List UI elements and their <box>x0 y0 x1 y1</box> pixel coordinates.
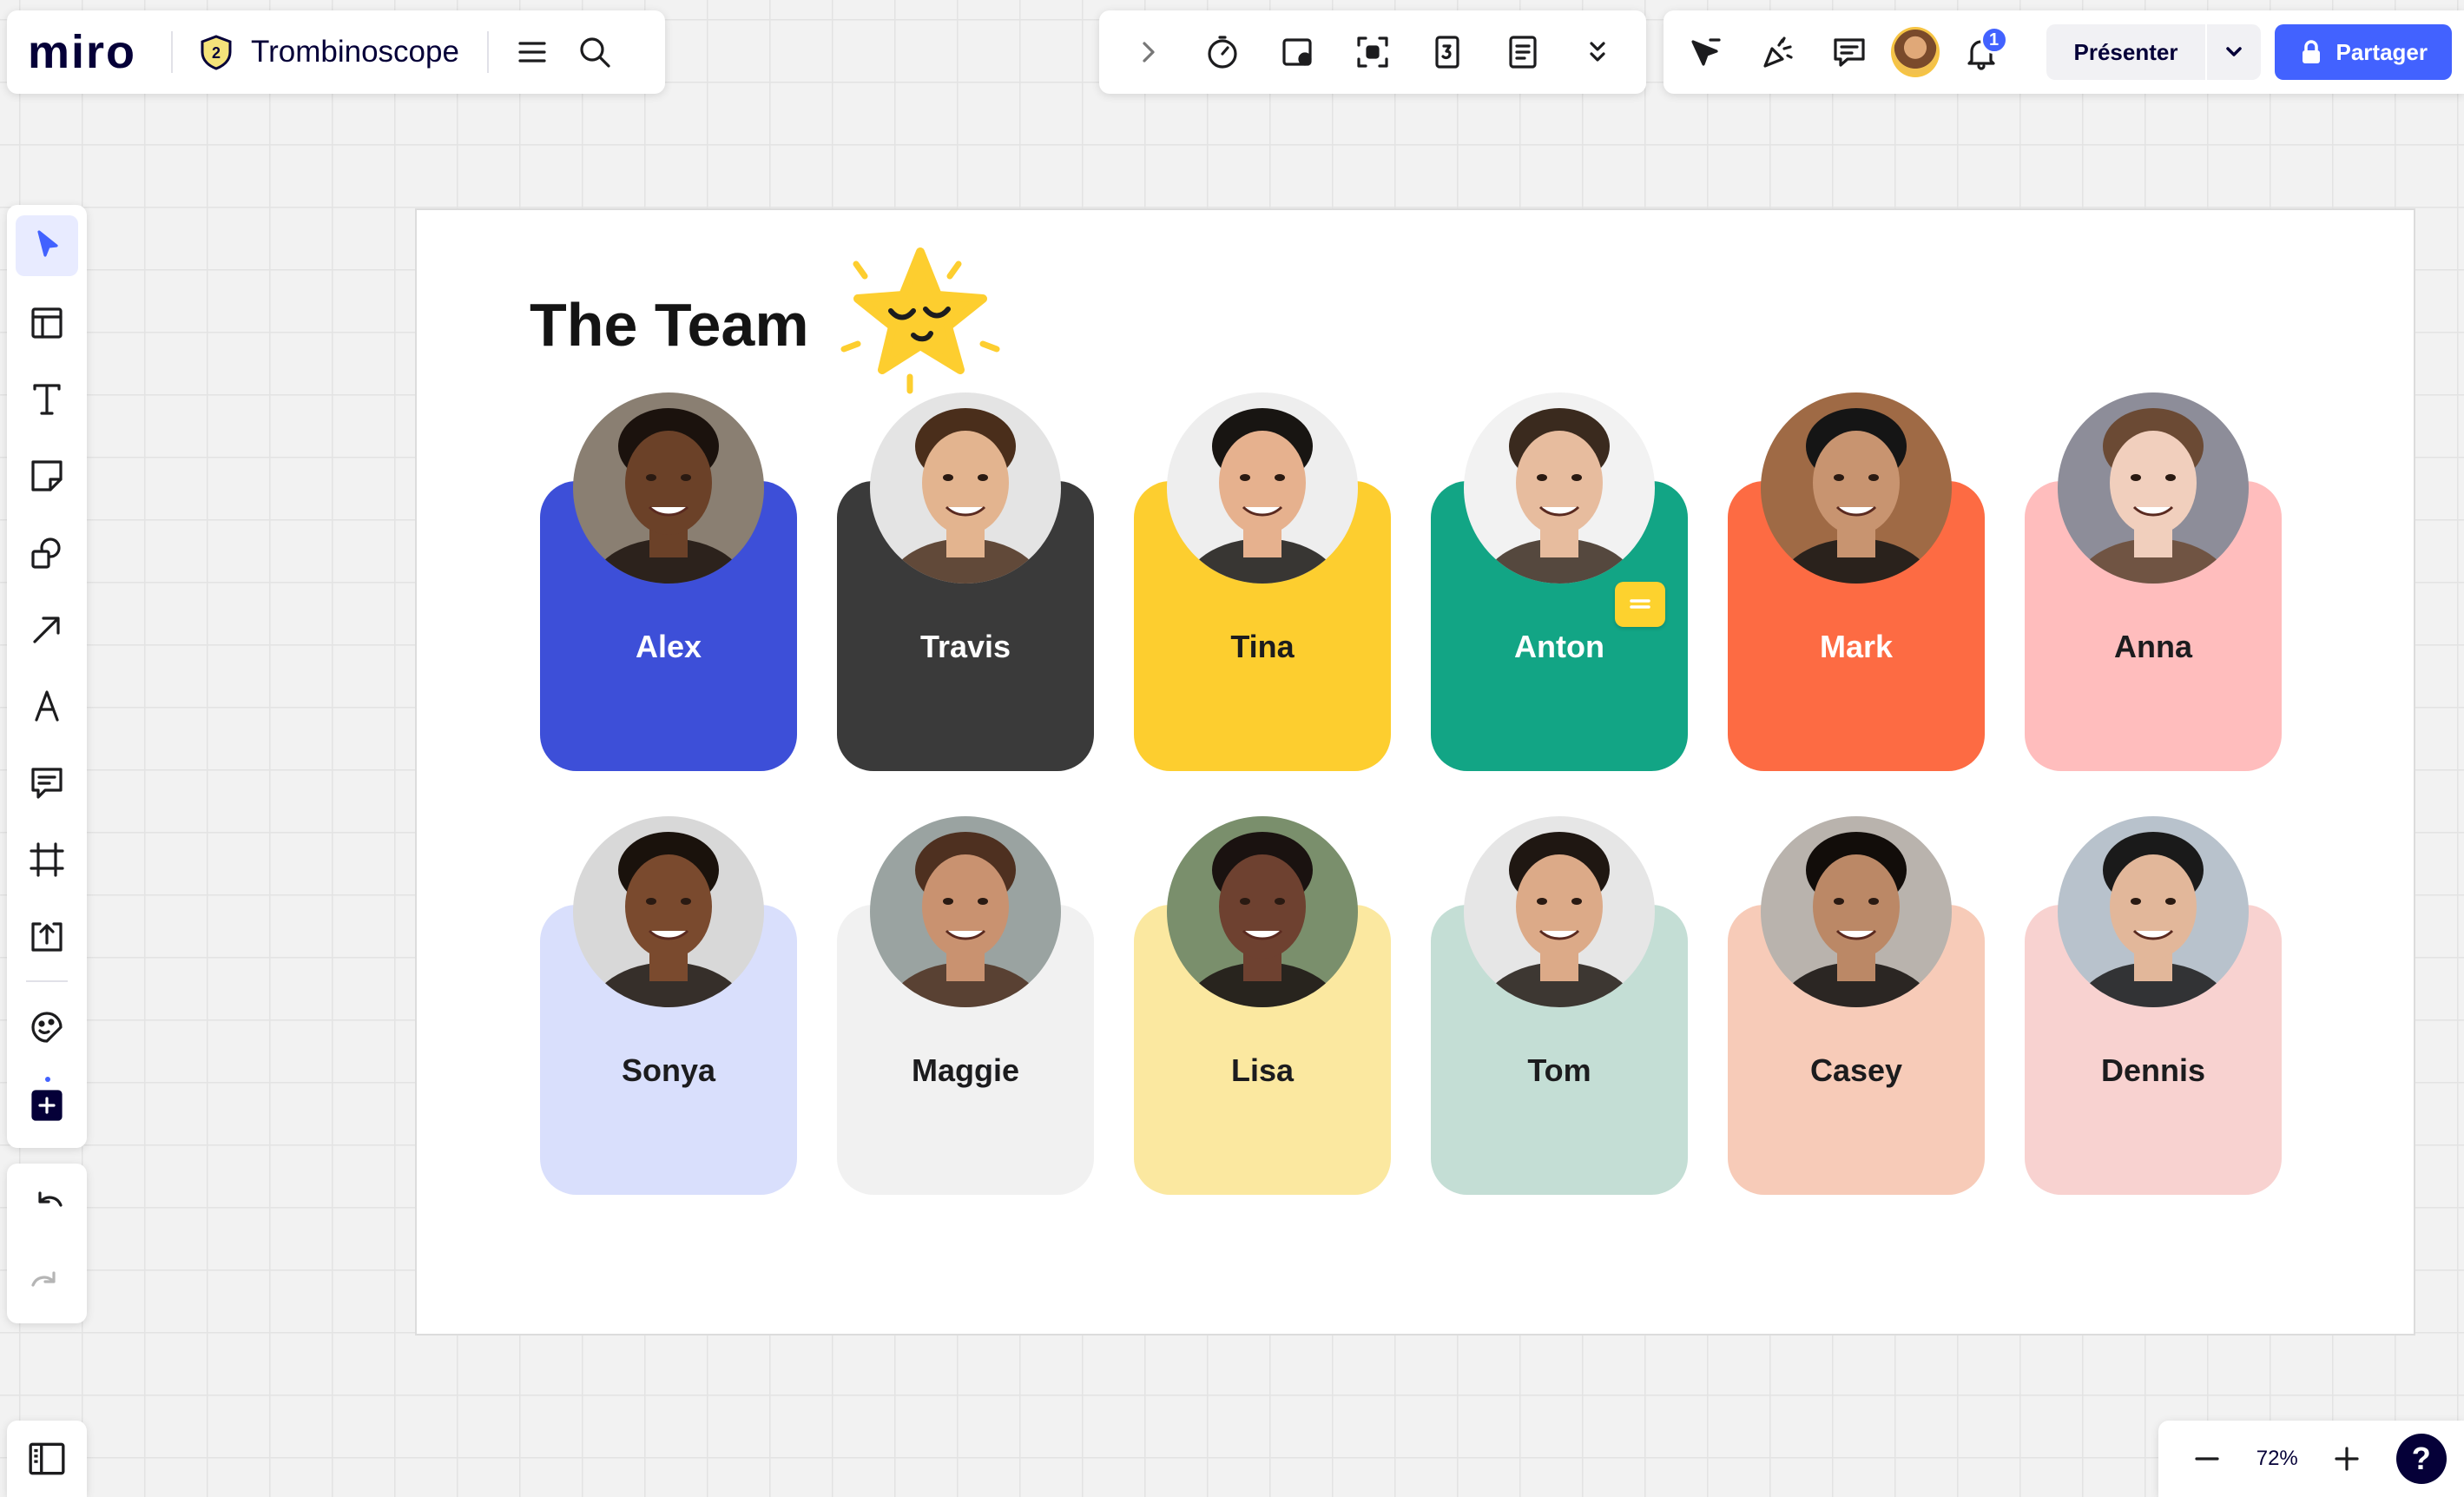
zoom-controls: 72% ? <box>2158 1421 2464 1497</box>
board-header: miro 2 Trombinoscope <box>7 10 665 94</box>
comment-icon[interactable] <box>1615 582 1665 627</box>
chevron-double-down-icon[interactable] <box>1566 21 1629 83</box>
focus-icon[interactable] <box>1341 21 1404 83</box>
divider <box>486 31 489 73</box>
zoom-out-icon[interactable] <box>2176 1428 2238 1490</box>
text-icon[interactable] <box>16 369 78 430</box>
team-frame[interactable]: The Team Alex Travis Tina Anton Mark Anna Sony… <box>415 208 2415 1335</box>
zoom-in-icon[interactable] <box>2316 1428 2378 1490</box>
member-photo[interactable] <box>573 816 764 1007</box>
member-photo[interactable] <box>1167 816 1358 1007</box>
user-toolbar: 1 Présenter Partager <box>1664 10 2464 94</box>
comment-icon[interactable] <box>16 752 78 813</box>
cursor-icon[interactable] <box>1676 21 1736 83</box>
templates-icon[interactable] <box>16 292 78 353</box>
sidebar-toggle[interactable] <box>7 1421 87 1497</box>
member-photo[interactable] <box>2058 392 2249 584</box>
zoom-level[interactable]: 72% <box>2256 1447 2298 1471</box>
present-button-group: Présenter <box>2046 24 2262 80</box>
member-photo[interactable] <box>1464 816 1655 1007</box>
member-photo[interactable] <box>573 392 764 584</box>
more-apps-icon[interactable] <box>16 1073 78 1134</box>
divider <box>26 980 68 983</box>
search-icon[interactable] <box>563 21 626 83</box>
voting-icon[interactable] <box>1416 21 1479 83</box>
shapes-icon[interactable] <box>16 522 78 583</box>
chevron-right-icon[interactable] <box>1117 21 1179 83</box>
history-toolbar <box>7 1164 87 1323</box>
divider <box>171 31 174 73</box>
share-button[interactable]: Partager <box>2275 24 2452 80</box>
member-name: Casey <box>1809 1052 1903 1088</box>
stickers-icon[interactable] <box>16 996 78 1057</box>
member-name: Travis <box>919 629 1011 664</box>
miro-logo[interactable]: miro <box>28 25 136 79</box>
present-button[interactable]: Présenter <box>2046 24 2206 80</box>
board-title[interactable]: Trombinoscope <box>251 35 459 69</box>
lock-icon <box>2303 40 2321 63</box>
share-label: Partager <box>2336 38 2428 65</box>
chat-icon[interactable] <box>1819 21 1879 83</box>
member-photo[interactable] <box>1761 392 1952 584</box>
timer-icon[interactable] <box>1191 21 1254 83</box>
member-name: Tina <box>1230 629 1295 664</box>
upload-icon[interactable] <box>16 906 78 966</box>
menu-icon[interactable] <box>501 21 563 83</box>
creation-toolbar <box>7 205 87 1148</box>
bell-icon[interactable]: 1 <box>1952 21 2012 83</box>
member-photo[interactable] <box>1464 392 1655 584</box>
member-name: Maggie <box>911 1052 1019 1088</box>
member-name: Sonya <box>621 1052 716 1088</box>
member-name: Alex <box>635 629 702 664</box>
notes-icon[interactable] <box>1492 21 1554 83</box>
sleepy-star-sticker <box>840 247 1000 394</box>
member-photo[interactable] <box>2058 816 2249 1007</box>
select-arrow-icon[interactable] <box>16 215 78 277</box>
plan-badge-icon[interactable]: 2 <box>197 33 235 71</box>
frame-title: The Team <box>530 291 809 359</box>
notification-count-badge: 1 <box>1980 26 2008 54</box>
collaboration-toolbar <box>1099 10 1646 94</box>
member-photo[interactable] <box>1167 392 1358 584</box>
reactions-icon[interactable] <box>1748 21 1808 83</box>
frame-icon[interactable] <box>16 829 78 890</box>
member-photo[interactable] <box>1761 816 1952 1007</box>
sidebar-icon <box>29 1442 65 1475</box>
svg-text:2: 2 <box>212 44 221 62</box>
help-button[interactable]: ? <box>2395 1434 2447 1484</box>
member-name: Lisa <box>1230 1052 1295 1088</box>
pen-icon[interactable] <box>16 676 78 736</box>
member-name: Dennis <box>2100 1052 2206 1088</box>
member-name: Tom <box>1527 1052 1591 1088</box>
connector-arrow-icon[interactable] <box>16 599 78 660</box>
member-photo[interactable] <box>870 392 1061 584</box>
chevron-down-icon[interactable] <box>2205 24 2261 80</box>
member-name: Anton <box>1514 629 1604 664</box>
undo-icon[interactable] <box>16 1172 78 1235</box>
sticky-note-icon[interactable] <box>16 445 78 506</box>
member-name: Anna <box>2114 629 2192 664</box>
user-avatar[interactable] <box>1891 27 1940 77</box>
member-photo[interactable] <box>870 816 1061 1007</box>
redo-icon[interactable] <box>16 1252 78 1315</box>
presentation-mode-icon[interactable] <box>1267 21 1329 83</box>
member-name: Mark <box>1819 629 1894 664</box>
